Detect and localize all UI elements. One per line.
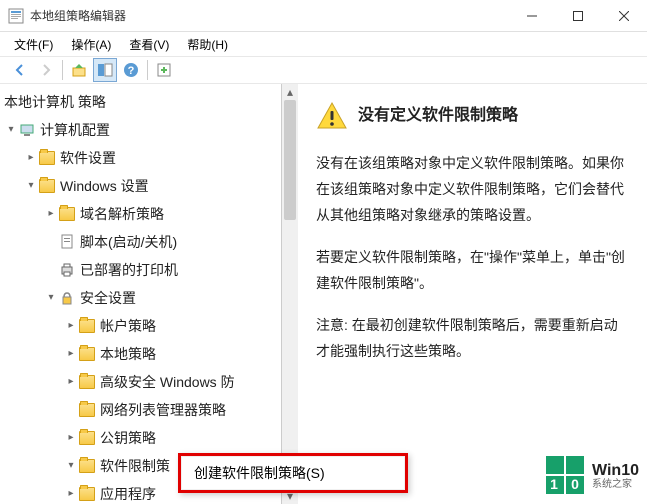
folder-icon bbox=[78, 317, 96, 335]
tree-label: 帐户策略 bbox=[100, 312, 156, 340]
chevron-right-icon[interactable]: ▸ bbox=[64, 312, 78, 340]
tree-item-software-settings[interactable]: ▸ 软件设置 bbox=[24, 144, 281, 172]
tree-item-root[interactable]: 本地计算机 策略 bbox=[4, 88, 281, 116]
menu-action[interactable]: 操作(A) bbox=[71, 36, 111, 53]
toolbar-separator bbox=[62, 60, 63, 80]
tree-panel: 本地计算机 策略 ▾ 计算机配置 ▸ 软件设置 ▾ Windows 设置 bbox=[0, 84, 282, 504]
tree-label: Windows 设置 bbox=[60, 172, 149, 200]
details-panel: 没有定义软件限制策略 没有在该组策略对象中定义软件限制策略。如果你在该组策略对象… bbox=[298, 84, 647, 504]
chevron-down-icon[interactable]: ▾ bbox=[64, 452, 78, 480]
menubar: 文件(F) 操作(A) 查看(V) 帮助(H) bbox=[0, 32, 647, 56]
watermark-main: Win10 bbox=[592, 462, 639, 480]
folder-icon bbox=[58, 205, 76, 223]
svg-text:?: ? bbox=[128, 65, 135, 77]
computer-icon bbox=[18, 121, 36, 139]
tree-scrollbar[interactable]: ▴ ▾ bbox=[282, 84, 298, 504]
tree-item-windows-settings[interactable]: ▾ Windows 设置 bbox=[24, 172, 281, 200]
close-button[interactable] bbox=[601, 0, 647, 32]
scrollbar-thumb[interactable] bbox=[284, 100, 296, 220]
chevron-right-icon[interactable]: ▸ bbox=[44, 200, 58, 228]
tree-item-computer-config[interactable]: ▾ 计算机配置 bbox=[4, 116, 281, 144]
folder-icon bbox=[78, 401, 96, 419]
printer-icon bbox=[58, 261, 76, 279]
details-paragraph: 若要定义软件限制策略，在"操作"菜单上，单击"创建软件限制策略"。 bbox=[316, 244, 629, 296]
toolbar: ? bbox=[0, 56, 647, 84]
content-area: 本地计算机 策略 ▾ 计算机配置 ▸ 软件设置 ▾ Windows 设置 bbox=[0, 84, 647, 504]
tree-item-advanced-windows[interactable]: ▸ 高级安全 Windows 防 bbox=[64, 368, 281, 396]
menu-help[interactable]: 帮助(H) bbox=[187, 36, 228, 53]
back-button[interactable] bbox=[8, 58, 32, 82]
tree-label: 已部署的打印机 bbox=[80, 256, 178, 284]
tree-label: 应用程序 bbox=[100, 480, 156, 504]
menu-file[interactable]: 文件(F) bbox=[14, 36, 53, 53]
tree-label: 安全设置 bbox=[80, 284, 136, 312]
chevron-down-icon[interactable]: ▾ bbox=[24, 172, 38, 200]
folder-icon bbox=[78, 373, 96, 391]
tree-item-dns-policy[interactable]: ▸ 域名解析策略 bbox=[44, 200, 281, 228]
tree-item-local-policy[interactable]: ▸ 本地策略 bbox=[64, 340, 281, 368]
tree-item-network-list[interactable]: 网络列表管理器策略 bbox=[64, 396, 281, 424]
details-title: 没有定义软件限制策略 bbox=[358, 100, 518, 132]
context-menu-create[interactable]: 创建软件限制策略(S) bbox=[182, 457, 404, 489]
lock-icon bbox=[58, 289, 76, 307]
chevron-right-icon[interactable]: ▸ bbox=[24, 144, 38, 172]
warning-icon bbox=[316, 100, 348, 132]
tree-label: 脚本(启动/关机) bbox=[80, 228, 177, 256]
tree-label: 域名解析策略 bbox=[80, 200, 164, 228]
tree-label: 本地计算机 策略 bbox=[4, 88, 106, 116]
details-paragraph: 注意: 在最初创建软件限制策略后，需要重新启动才能强制执行这些策略。 bbox=[316, 312, 629, 364]
tree-item-pubkey-policy[interactable]: ▸ 公钥策略 bbox=[64, 424, 281, 452]
chevron-right-icon[interactable]: ▸ bbox=[64, 480, 78, 504]
tree-item-deployed-printers[interactable]: 已部署的打印机 bbox=[44, 256, 281, 284]
forward-button[interactable] bbox=[34, 58, 58, 82]
maximize-button[interactable] bbox=[555, 0, 601, 32]
menu-view[interactable]: 查看(V) bbox=[129, 36, 169, 53]
tree-label: 计算机配置 bbox=[40, 116, 110, 144]
watermark-sub: 系统之家 bbox=[592, 479, 639, 490]
tree-item-security-settings[interactable]: ▾ 安全设置 bbox=[44, 284, 281, 312]
folder-icon bbox=[78, 485, 96, 503]
chevron-right-icon[interactable]: ▸ bbox=[64, 368, 78, 396]
script-icon bbox=[58, 233, 76, 251]
titlebar: 本地组策略编辑器 bbox=[0, 0, 647, 32]
svg-text:1: 1 bbox=[550, 476, 558, 492]
chevron-right-icon[interactable]: ▸ bbox=[64, 340, 78, 368]
chevron-right-icon[interactable]: ▸ bbox=[64, 424, 78, 452]
tree-label: 公钥策略 bbox=[100, 424, 156, 452]
scrollbar-track[interactable] bbox=[282, 100, 298, 488]
scroll-up-icon[interactable]: ▴ bbox=[282, 84, 298, 100]
window-controls bbox=[509, 0, 647, 32]
watermark-text: Win10 系统之家 bbox=[592, 462, 639, 491]
details-header: 没有定义软件限制策略 bbox=[316, 100, 629, 132]
details-paragraph: 没有在该组策略对象中定义软件限制策略。如果你在该组策略对象中定义软件限制策略，它… bbox=[316, 150, 629, 228]
up-button[interactable] bbox=[67, 58, 91, 82]
tree-label: 软件限制策 bbox=[100, 452, 170, 480]
folder-icon bbox=[38, 177, 56, 195]
show-hide-button[interactable] bbox=[93, 58, 117, 82]
minimize-button[interactable] bbox=[509, 0, 555, 32]
watermark-logo: 1 0 bbox=[546, 456, 586, 496]
tree-item-scripts[interactable]: 脚本(启动/关机) bbox=[44, 228, 281, 256]
tree-label: 网络列表管理器策略 bbox=[100, 396, 226, 424]
tree-root: 本地计算机 策略 ▾ 计算机配置 ▸ 软件设置 ▾ Windows 设置 bbox=[0, 88, 281, 504]
window-title: 本地组策略编辑器 bbox=[30, 7, 509, 24]
tree-label: 软件设置 bbox=[60, 144, 116, 172]
context-menu: 创建软件限制策略(S) bbox=[178, 453, 408, 493]
svg-text:0: 0 bbox=[571, 476, 579, 492]
chevron-down-icon[interactable]: ▾ bbox=[4, 116, 18, 144]
folder-icon bbox=[38, 149, 56, 167]
watermark: 1 0 Win10 系统之家 bbox=[546, 456, 639, 496]
details-body: 没有在该组策略对象中定义软件限制策略。如果你在该组策略对象中定义软件限制策略，它… bbox=[316, 150, 629, 364]
tree-label: 高级安全 Windows 防 bbox=[100, 368, 235, 396]
chevron-down-icon[interactable]: ▾ bbox=[44, 284, 58, 312]
toolbar-separator bbox=[147, 60, 148, 80]
tree-label: 本地策略 bbox=[100, 340, 156, 368]
folder-icon bbox=[78, 345, 96, 363]
help-button[interactable]: ? bbox=[119, 58, 143, 82]
folder-icon bbox=[78, 429, 96, 447]
folder-icon bbox=[78, 457, 96, 475]
app-icon bbox=[8, 8, 24, 24]
action-button[interactable] bbox=[152, 58, 176, 82]
tree-item-account-policy[interactable]: ▸ 帐户策略 bbox=[64, 312, 281, 340]
